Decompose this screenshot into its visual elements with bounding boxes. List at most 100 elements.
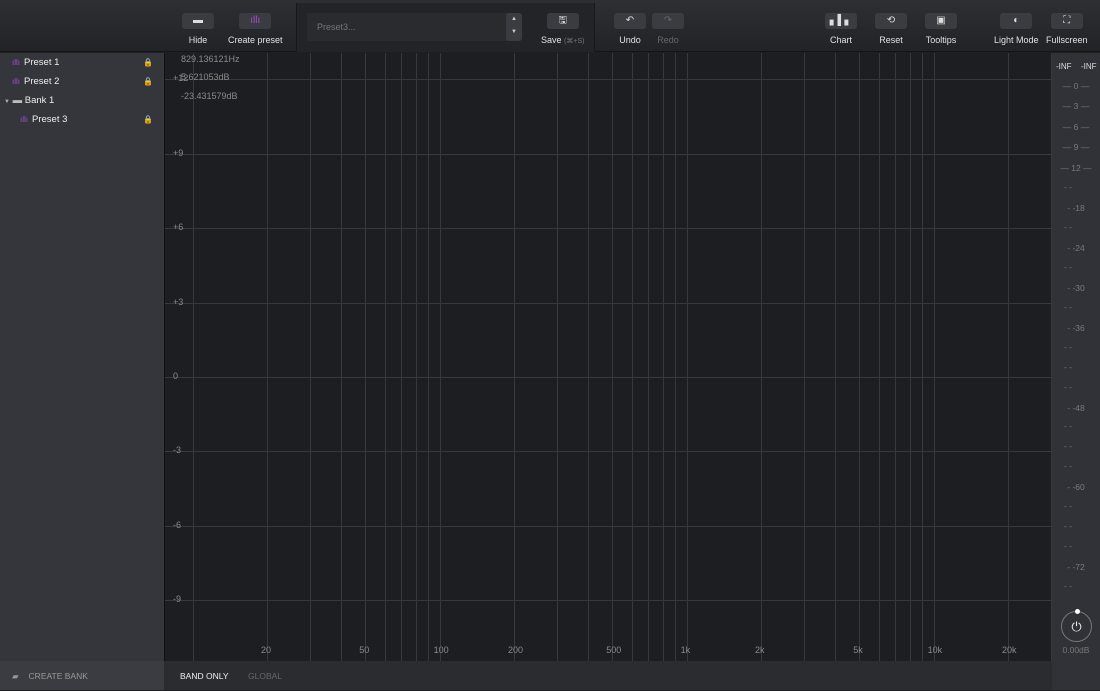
meter-tick: - - bbox=[1063, 381, 1073, 392]
preset-sidebar: ıllı Preset 1 🔒 ıllı Preset 2 🔒 ▼ ▬ Bank 1 ı… bbox=[0, 53, 164, 661]
grid-line-vertical bbox=[804, 53, 806, 661]
output-gain-knob[interactable]: ⏻ bbox=[1061, 611, 1092, 642]
hide-button[interactable]: ▬ Hide bbox=[182, 13, 214, 45]
preset-selector: ▲▼ 🖫 Save (⌘+S) bbox=[296, 3, 595, 52]
grid-line-horizontal bbox=[165, 302, 1053, 304]
redo-icon: ↷ bbox=[652, 13, 684, 29]
bar-chart-icon: ▖▌▖ bbox=[825, 13, 857, 29]
folder-open-icon: ▰ bbox=[12, 671, 19, 681]
caret-down-icon[interactable]: ▼ bbox=[4, 99, 10, 105]
grid-line-vertical bbox=[401, 53, 403, 661]
chevron-up-icon[interactable]: ▲ bbox=[506, 13, 522, 26]
meter-right-peak: -INF bbox=[1081, 62, 1097, 71]
global-tab[interactable]: GLOBAL bbox=[248, 661, 282, 691]
grid-line-vertical bbox=[428, 53, 430, 661]
eq-chart[interactable]: +12 +9 +6 +3 0 -3 -6 -9 20 50 100 200 500 1k 2k 5k 10k 20… bbox=[164, 53, 1053, 661]
db-tick-label: -3 bbox=[173, 445, 182, 456]
lock-icon[interactable]: 🔒 bbox=[143, 53, 153, 72]
db-tick-label: +3 bbox=[173, 296, 184, 307]
grid-line-horizontal bbox=[165, 377, 1053, 378]
folder-icon: ▬ bbox=[12, 95, 23, 106]
meter-scale-label: - -24 bbox=[1067, 242, 1085, 253]
chevron-down-icon[interactable]: ▼ bbox=[506, 26, 522, 39]
meter-tick: - - bbox=[1063, 182, 1073, 193]
frequency-readout: 829.136121Hz bbox=[181, 54, 240, 64]
save-button[interactable]: 🖫 Save (⌘+S) bbox=[541, 13, 584, 45]
meter-scale-label: — 0 — bbox=[1062, 81, 1090, 91]
sidebar-item-bank-1[interactable]: ▼ ▬ Bank 1 bbox=[0, 91, 164, 110]
band-only-tab[interactable]: BAND ONLY bbox=[180, 661, 229, 691]
grid-line-vertical bbox=[878, 53, 880, 661]
meter-tick: - - bbox=[1063, 541, 1073, 552]
grid-line-vertical bbox=[514, 53, 515, 661]
grid-line-vertical bbox=[631, 53, 633, 661]
grid-line-vertical bbox=[192, 53, 194, 661]
freq-tick-label: 10k bbox=[927, 645, 943, 655]
grid-line-vertical bbox=[310, 53, 312, 661]
meter-tick: - - bbox=[1063, 261, 1073, 272]
meter-tick: - - bbox=[1063, 421, 1073, 432]
meter-tick: - - bbox=[1063, 301, 1073, 312]
reset-button[interactable]: ⟲ Reset bbox=[875, 13, 907, 45]
fullscreen-icon: ⛶ bbox=[1050, 13, 1083, 29]
tooltips-button[interactable]: ▣ Tooltips bbox=[925, 13, 957, 45]
db-tick-label: -9 bbox=[173, 594, 182, 605]
grid-line-vertical bbox=[612, 53, 614, 661]
meter-scale-label: - -18 bbox=[1067, 203, 1085, 213]
grid-line-vertical bbox=[365, 53, 367, 661]
sidebar-item-preset-2[interactable]: ıllı Preset 2 🔒 bbox=[0, 72, 164, 91]
redo-button[interactable]: ↷ Redo bbox=[652, 13, 684, 45]
meter-scale-label: — 9 — bbox=[1062, 142, 1090, 153]
meter-tick: - - bbox=[1063, 361, 1073, 372]
grid-line-horizontal bbox=[165, 525, 1053, 527]
undo-button[interactable]: ↶ Undo bbox=[614, 13, 646, 45]
grid-line-vertical bbox=[1008, 53, 1009, 661]
create-preset-button[interactable]: ıllı Create preset bbox=[228, 13, 283, 45]
fullscreen-button[interactable]: ⛶ Fullscreen bbox=[1046, 13, 1088, 45]
save-label: Save bbox=[541, 35, 562, 45]
lock-icon[interactable]: 🔒 bbox=[143, 72, 153, 91]
meter-tick: - - bbox=[1063, 441, 1073, 452]
power-icon[interactable]: ⏻ bbox=[1071, 619, 1081, 634]
waveform-icon: ıllı bbox=[12, 77, 20, 86]
grid-line-vertical bbox=[922, 53, 924, 661]
chart-button[interactable]: ▖▌▖ Chart bbox=[825, 13, 857, 45]
hide-panel-icon: ▬ bbox=[182, 13, 214, 29]
freq-tick-label: 200 bbox=[508, 645, 524, 655]
sidebar-item-preset-1[interactable]: ıllı Preset 1 🔒 bbox=[0, 53, 164, 72]
output-meter: -INF -INF ⏻ 0.00dB — 0 — — 3 — — 6 — — 9 — —… bbox=[1052, 53, 1100, 690]
reset-icon: ⟲ bbox=[875, 13, 907, 29]
meter-scale-label: - -30 bbox=[1067, 282, 1085, 293]
meter-tick: - - bbox=[1063, 221, 1073, 232]
grid-line-vertical bbox=[761, 53, 762, 661]
freq-tick-label: 20 bbox=[261, 645, 272, 655]
preset-stepper[interactable]: ▲ ▼ bbox=[506, 13, 522, 41]
grid-line-horizontal bbox=[165, 79, 1053, 81]
preset-name-input[interactable] bbox=[307, 13, 517, 41]
meter-tick: - - bbox=[1063, 521, 1073, 532]
light-mode-button[interactable]: ◐ Light Mode bbox=[994, 13, 1039, 45]
footer-bar: BAND ONLY GLOBAL bbox=[164, 661, 1052, 690]
meter-scale-label: - -72 bbox=[1067, 562, 1085, 573]
db-tick-label: +9 bbox=[173, 147, 184, 158]
grid-line-vertical bbox=[686, 53, 688, 661]
grid-line-horizontal bbox=[165, 153, 1053, 155]
save-icon: 🖫 bbox=[546, 13, 579, 29]
tooltip-icon: ▣ bbox=[925, 13, 957, 29]
undo-icon: ↶ bbox=[614, 13, 646, 29]
db-tick-label: +6 bbox=[173, 222, 184, 233]
meter-tick: - - bbox=[1063, 581, 1073, 592]
knob-indicator bbox=[1075, 609, 1080, 614]
toolbar: ▬Hide ıllıCreate preset ▲▼ 🖫 Save (⌘+S) ↶… bbox=[0, 0, 1100, 52]
grid-line-horizontal bbox=[165, 451, 1053, 453]
lock-icon[interactable]: 🔒 bbox=[143, 110, 153, 129]
waveform-icon: ıllı bbox=[239, 13, 272, 29]
create-bank-button[interactable]: ▰ CREATE BANK bbox=[0, 661, 164, 690]
meter-scale-label: — 6 — bbox=[1062, 121, 1090, 132]
grid-line-vertical bbox=[648, 53, 650, 661]
sidebar-item-preset-3[interactable]: ıllı Preset 3 🔒 bbox=[0, 110, 164, 129]
meter-scale-label: — 12 — bbox=[1060, 162, 1092, 173]
grid-line-vertical bbox=[835, 53, 837, 661]
grid-line-vertical bbox=[557, 53, 559, 661]
save-shortcut: (⌘+S) bbox=[564, 38, 585, 45]
